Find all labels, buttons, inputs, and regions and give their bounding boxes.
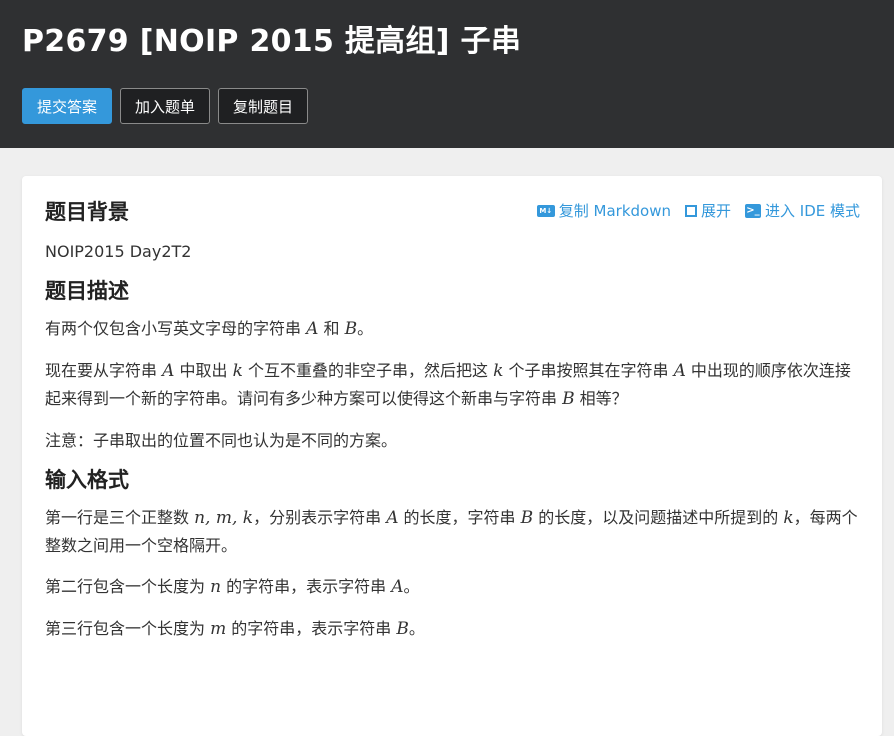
input-format-paragraph-1: 第一行是三个正整数 n, m, k，分别表示字符串 A 的长度，字符串 B 的长… xyxy=(45,508,858,555)
description-paragraph-1: 有两个仅包含小写英文字母的字符串 A 和 B。 xyxy=(45,319,374,339)
submit-answer-button[interactable]: 提交答案 xyxy=(22,88,113,124)
background-heading: 题目背景 xyxy=(45,200,129,224)
description-heading: 题目描述 xyxy=(45,279,129,303)
enter-ide-label: 进入 IDE 模式 xyxy=(765,202,860,220)
page-title: P2679 [NOIP 2015 提高组] 子串 xyxy=(22,24,522,59)
expand-icon xyxy=(684,204,697,217)
action-buttons: 提交答案 加入题单 复制题目 xyxy=(22,88,872,124)
card-toolbar: M↓ 复制 Markdown 展开 >_ 进入 IDE 模式 xyxy=(536,200,860,221)
input-format-paragraph-2: 第二行包含一个长度为 n 的字符串，表示字符串 A。 xyxy=(45,577,420,597)
input-format-heading: 输入格式 xyxy=(45,468,129,492)
copy-markdown-button[interactable]: M↓ 复制 Markdown xyxy=(536,200,671,221)
description-note: 注意：子串取出的位置不同也认为是不同的方案。 xyxy=(45,431,398,450)
page-header: P2679 [NOIP 2015 提高组] 子串 提交答案 加入题单 复制题目 xyxy=(0,0,894,148)
expand-button[interactable]: 展开 xyxy=(684,200,731,221)
copy-markdown-label: 复制 Markdown xyxy=(558,202,671,220)
background-text: NOIP2015 Day2T2 xyxy=(45,242,192,261)
markdown-icon: M↓ xyxy=(536,204,555,217)
copy-problem-button[interactable]: 复制题目 xyxy=(218,88,309,124)
input-format-paragraph-3: 第三行包含一个长度为 m 的字符串，表示字符串 B。 xyxy=(45,619,425,639)
description-paragraph-2: 现在要从字符串 A 中取出 k 个互不重叠的非空子串，然后把这 k 个子串按照其… xyxy=(45,361,851,409)
problem-card: 题目背景 M↓ 复制 Markdown 展开 >_ 进入 IDE 模式 NOIP… xyxy=(22,176,882,736)
expand-label: 展开 xyxy=(700,202,731,220)
enter-ide-button[interactable]: >_ 进入 IDE 模式 xyxy=(745,200,860,221)
add-to-list-button[interactable]: 加入题单 xyxy=(120,88,211,124)
terminal-icon: >_ xyxy=(745,203,761,218)
